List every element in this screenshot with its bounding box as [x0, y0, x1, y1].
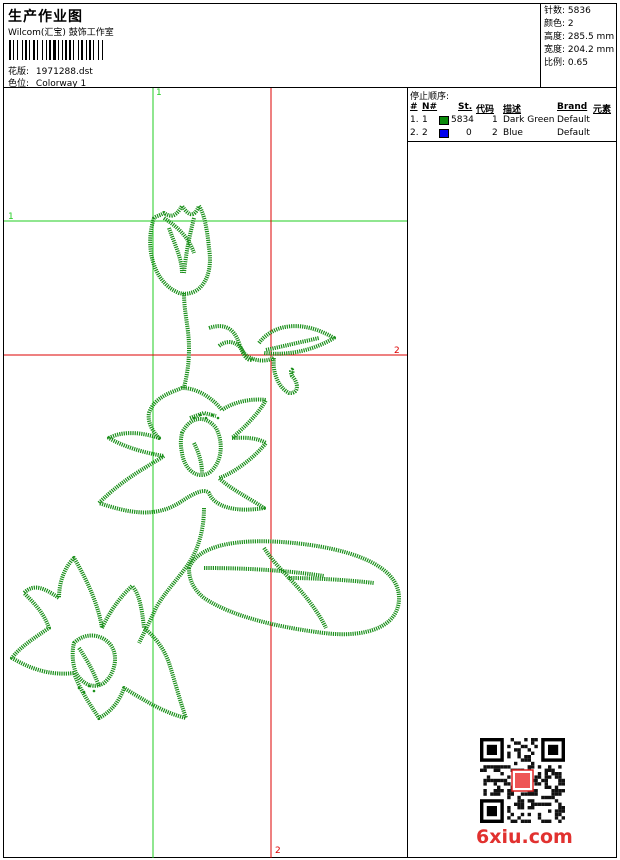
col-element: 元素 [593, 105, 612, 115]
watermark: 6xiu.com [476, 826, 573, 848]
embroidery-preview [4, 88, 407, 858]
guide-label-red-bottom: 2 [275, 846, 281, 856]
col-desc: 描述 [503, 105, 522, 115]
col-needle: N# [422, 102, 438, 112]
page-title: 生产作业图 [8, 9, 83, 25]
col-code: 代码 [476, 105, 495, 115]
barcode [9, 40, 103, 60]
stop-sequence-panel: 停止顺序: # N# St. 代码 描述 Brand 元素 1. 1 5834 … [408, 88, 617, 142]
guide-label-green-left: 1 [8, 212, 14, 222]
stats-panel: 针数: 5836 颜色: 2 高度: 285.5 mm 宽度: 204.2 mm… [540, 3, 617, 87]
header: 生产作业图 Wilcom(汇宝) 鼓饰工作室 花版: 1971288.dst 色… [3, 3, 617, 89]
design-canvas: 1 1 2 2 [4, 88, 407, 858]
guide-label-green-top: 1 [156, 88, 162, 98]
stat-colors: 颜色: 2 [544, 19, 574, 29]
qr-code [480, 738, 565, 823]
embroidery-design [10, 204, 401, 720]
stat-height: 高度: 285.5 mm [544, 32, 615, 42]
color-swatch [439, 129, 449, 138]
stat-scale: 比例: 0.65 [544, 58, 588, 68]
divider [407, 88, 408, 858]
stat-width: 宽度: 204.2 mm [544, 45, 615, 55]
guide-label-red-right: 2 [394, 346, 400, 356]
col-stitches: St. [458, 102, 473, 112]
stat-stitches: 针数: 5836 [544, 6, 591, 16]
company-name: Wilcom(汇宝) 鼓饰工作室 [8, 28, 114, 38]
stop-sequence-title: 停止顺序: [410, 92, 450, 102]
color-swatch [439, 116, 449, 125]
col-brand: Brand [557, 102, 588, 112]
col-index: # [410, 102, 418, 112]
